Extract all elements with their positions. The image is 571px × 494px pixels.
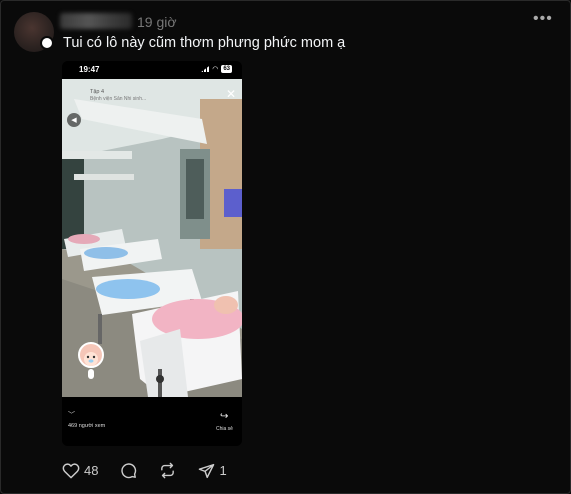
close-icon[interactable]: ✕ [226,88,236,100]
video-subtitle: Bệnh viện Sản Nhi sinh... [90,96,147,102]
send-icon [199,463,215,478]
phone-status-bar: 19:47 ◠ 63 [62,61,242,79]
like-count: 48 [84,463,99,478]
share-count: 1 [219,463,227,478]
speaker-icon[interactable]: ◀ [67,113,81,127]
share-arrow-icon[interactable]: ↪ [220,411,228,422]
video-frame[interactable]: Tập 4 Bệnh viện Sản Nhi sinh... ✕ ◀ [62,79,242,397]
share-button[interactable]: 1 [198,463,227,479]
baby-sticker-icon [78,342,104,379]
post-time: 19 giờ [137,14,177,30]
post-media[interactable]: 19:47 ◠ 63 Tập 4 Bệnh viện Sản Nhi sinh.… [62,61,242,446]
repost-icon [161,462,175,479]
battery-icon: 63 [221,65,232,73]
status-time: 19:47 [79,65,100,74]
signal-icon [201,66,210,72]
viewer-count: 469 người xem [68,423,106,429]
username-blurred[interactable] [60,13,132,29]
more-options-icon[interactable]: ••• [533,10,553,28]
wifi-icon: ◠ [212,65,219,73]
share-label: Chia sẻ [216,426,233,432]
heart-icon [62,463,80,479]
follow-badge-icon[interactable] [40,36,54,50]
repost-button[interactable] [159,462,176,479]
post-actions: 48 1 [62,462,227,479]
post-caption: Tui có lô này cũm thơm phưng phức mom ạ [63,35,346,51]
comment-button[interactable] [120,462,137,479]
video-bottom-bar: ︿ 469 người xem ↪ Chia sẻ [62,397,242,446]
like-button[interactable]: 48 [62,462,98,479]
chevron-up-icon[interactable]: ︿ [68,409,75,419]
comment-icon [121,463,137,479]
video-title: Tập 4 [90,89,105,95]
